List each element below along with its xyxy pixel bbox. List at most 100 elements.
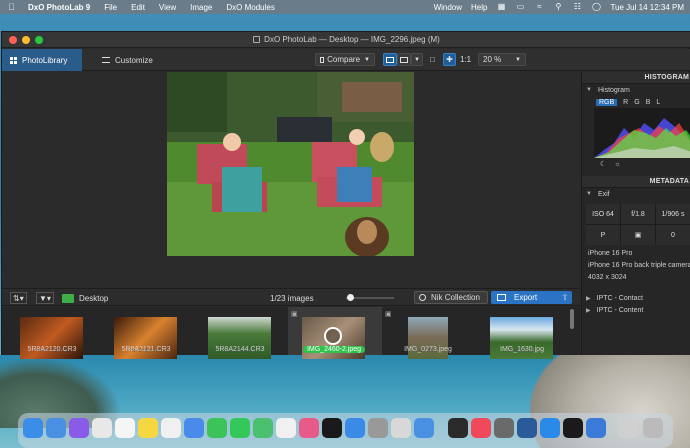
exif-aperture: f/1.8 [621, 204, 655, 224]
safari-icon[interactable] [46, 418, 66, 438]
thumbnail-size-slider-knob[interactable] [347, 294, 354, 301]
thumbnail-label: 5R8A2121.CR3 [121, 346, 171, 353]
notes-icon[interactable] [138, 418, 158, 438]
menu-window[interactable]: Window [434, 3, 462, 12]
reminders-icon[interactable] [161, 418, 181, 438]
folder-breadcrumb[interactable]: Desktop [62, 292, 108, 304]
channel-l[interactable]: L [656, 99, 660, 106]
menu-app-name[interactable]: DxO PhotoLab 9 [28, 3, 90, 12]
search-icon[interactable]: ⚲ [553, 3, 563, 11]
app-store-icon[interactable] [345, 418, 365, 438]
single-view-icon [386, 56, 394, 63]
menu-image[interactable]: Image [190, 3, 212, 12]
tv-icon[interactable] [322, 418, 342, 438]
caret-right-icon: ▶ [586, 295, 591, 302]
split-view-icon [400, 56, 408, 63]
iptc-content-section[interactable]: ▶ IPTC - Content [582, 304, 690, 316]
caret-down-icon: ▼ [586, 191, 592, 197]
numbers-icon[interactable] [253, 418, 273, 438]
control-center-icon[interactable]: ☷ [572, 3, 582, 11]
thumbnail-label-selected: IMG_2460-2.jpeg [287, 346, 381, 353]
apple-menu-icon[interactable]:  [8, 2, 18, 12]
chrome-icon[interactable] [92, 418, 112, 438]
histogram-graph [594, 108, 690, 158]
zoom-select[interactable]: 20 % ▼ [478, 53, 526, 66]
shadow-clip-icon[interactable]: ☾ [600, 160, 606, 168]
move-tool-button[interactable]: ✚ [443, 53, 456, 66]
word-icon[interactable] [414, 418, 434, 438]
app-icon[interactable] [586, 418, 606, 438]
title-bar[interactable]: DxO PhotoLab — Desktop — IMG_2296.jpeg (… [2, 32, 690, 48]
facetime-icon[interactable] [230, 418, 250, 438]
app-icon[interactable] [540, 418, 560, 438]
crop-icon[interactable]: □ [430, 53, 435, 66]
exif-iso: ISO 64 [586, 204, 620, 224]
channel-rgb[interactable]: RGB [596, 98, 618, 106]
nik-collection-button[interactable]: Nik Collection [414, 291, 488, 304]
menu-clock[interactable]: Tue Jul 14 12:34 PM [610, 3, 684, 12]
main-photo[interactable] [167, 72, 414, 256]
right-panel: HISTOGRAM ▼ Histogram RGB R G B L ☾ ☼ ME… [581, 72, 690, 355]
channel-g[interactable]: G [634, 99, 639, 106]
filter-button[interactable]: ▼ ▾ [36, 292, 54, 304]
calendar-icon[interactable] [115, 418, 135, 438]
iptc-contact-section[interactable]: ▶ IPTC - Contact [582, 292, 690, 304]
downloads-icon[interactable] [618, 418, 638, 438]
menu-edit[interactable]: Edit [131, 3, 145, 12]
menu-dxo-modules[interactable]: DxO Modules [226, 3, 274, 12]
highlight-clip-icon[interactable]: ☼ [614, 161, 620, 168]
photos-icon[interactable] [276, 418, 296, 438]
image-viewer[interactable] [2, 72, 580, 287]
menu-view[interactable]: View [159, 3, 176, 12]
preview-icon[interactable] [391, 418, 411, 438]
sort-button[interactable]: ⇅▾ [10, 292, 27, 304]
histogram-section[interactable]: ▼ Histogram [582, 84, 690, 96]
menu-file[interactable]: File [104, 3, 117, 12]
ratio-1-1-button[interactable]: 1:1 [460, 53, 471, 66]
split-view-button[interactable] [397, 53, 411, 66]
filmstrip-scrollbar[interactable] [570, 309, 574, 329]
system-settings-icon[interactable] [368, 418, 388, 438]
iptc-content-label: IPTC - Content [596, 306, 644, 314]
launchpad-icon[interactable] [69, 418, 89, 438]
exif-label: Exif [597, 190, 610, 198]
compare-label: Compare [327, 55, 361, 64]
share-button[interactable]: ⇧ [558, 291, 572, 304]
camera-icon: ▣ [385, 311, 392, 318]
wifi-icon[interactable]: ≈ [534, 3, 544, 11]
photolab-icon[interactable] [563, 418, 583, 438]
menu-help[interactable]: Help [471, 3, 487, 12]
utility-icon[interactable] [494, 418, 514, 438]
single-view-button[interactable] [383, 53, 397, 66]
histogram-panel-header[interactable]: HISTOGRAM [582, 72, 690, 84]
music-icon[interactable] [471, 418, 491, 438]
export-icon [497, 294, 506, 301]
thumbnail-label: IMG_0273.jpeg [404, 346, 452, 353]
channel-b[interactable]: B [646, 99, 651, 106]
messages-icon[interactable] [207, 418, 227, 438]
menu-bar:  DxO PhotoLab 9 File Edit View Image Dx… [0, 0, 690, 14]
user-icon[interactable]: ◯ [591, 3, 601, 11]
status-app-icon[interactable]: ▦ [496, 3, 506, 11]
dxo-app-icon[interactable] [448, 418, 468, 438]
podcasts-icon[interactable] [299, 418, 319, 438]
exif-section[interactable]: ▼ Exif [582, 188, 690, 200]
finder-icon[interactable] [23, 418, 43, 438]
thumbnail-label: 5R8A2120.CR3 [27, 346, 77, 353]
app-icon[interactable] [517, 418, 537, 438]
tab-customize[interactable]: Customize [94, 49, 174, 71]
tab-photolibrary[interactable]: PhotoLibrary [2, 49, 82, 71]
maps-icon[interactable] [184, 418, 204, 438]
battery-icon[interactable]: ▭ [515, 3, 525, 11]
chevron-down-icon: ▼ [414, 56, 420, 63]
metadata-panel-header[interactable]: METADATA [582, 176, 690, 188]
channel-r[interactable]: R [623, 99, 628, 106]
move-icon: ✚ [446, 55, 453, 64]
compare-button[interactable]: Compare ▼ [315, 53, 375, 66]
trash-icon[interactable] [643, 418, 663, 438]
toolbar: PhotoLibrary Customize Compare ▼ ▼ □ ✚ 1… [2, 49, 690, 71]
tab-customize-label: Customize [115, 55, 153, 65]
camera-icon: ▣ [291, 311, 298, 318]
view-options-button[interactable]: ▼ [411, 53, 423, 66]
export-label: Export [514, 293, 538, 302]
